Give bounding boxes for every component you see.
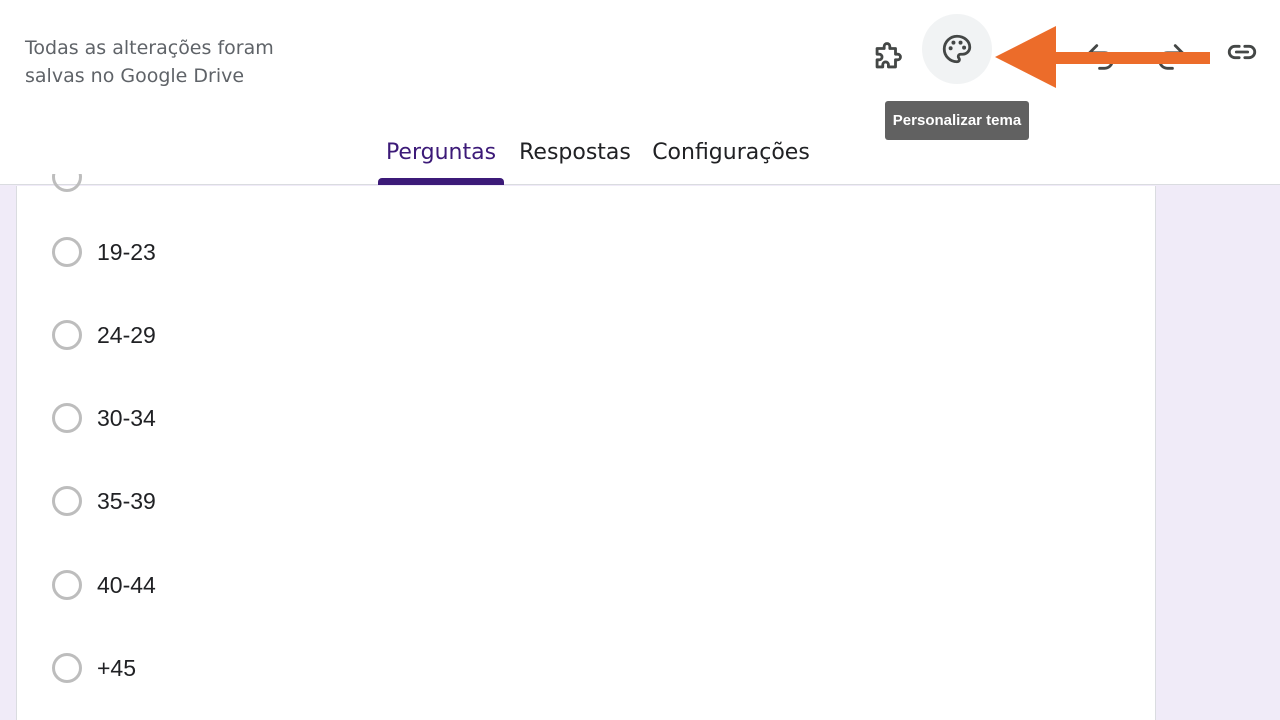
option-label: 35-39 [97,487,156,514]
puzzle-icon [875,42,902,69]
option-item[interactable]: 19-23 [52,235,156,269]
question-card: 19-23 24-29 30-34 35-39 40-44 +45 [16,174,1156,720]
tab-questions[interactable]: Perguntas [378,130,504,185]
save-status: Todas as alterações foram salvas no Goog… [25,34,285,90]
copy-link-button[interactable] [1207,17,1277,87]
radio-button[interactable] [52,570,82,600]
tab-settings[interactable]: Configurações [648,130,814,185]
option-item[interactable]: 35-39 [52,484,156,518]
radio-button[interactable] [52,320,82,350]
option-label: 24-29 [97,321,156,348]
tab-bar: Perguntas Respostas Configurações [0,130,1280,185]
option-label: +45 [97,654,137,681]
app-header: Todas as alterações foram salvas no Goog… [0,0,1280,185]
customize-theme-button[interactable] [922,14,992,84]
option-item[interactable]: 40-44 [52,568,156,602]
save-status-line1: Todas as alterações foram [25,37,274,59]
option-item[interactable]: 30-34 [52,401,156,435]
tab-responses[interactable]: Respostas [514,130,636,185]
palette-icon [942,34,972,64]
link-icon [1227,44,1257,60]
option-label: 30-34 [97,404,156,431]
option-label: 19-23 [97,238,156,265]
radio-button[interactable] [52,403,82,433]
radio-button[interactable] [52,486,82,516]
radio-button[interactable] [52,237,82,267]
option-item[interactable]: 24-29 [52,318,156,352]
annotation-arrow [995,26,1210,88]
addons-button[interactable] [852,22,922,92]
option-item[interactable]: +45 [52,651,136,685]
option-label: 40-44 [97,571,156,598]
radio-partial [52,174,82,194]
save-status-line2: salvas no Google Drive [25,65,245,87]
tab-indicator [378,178,504,185]
radio-button[interactable] [52,653,82,683]
